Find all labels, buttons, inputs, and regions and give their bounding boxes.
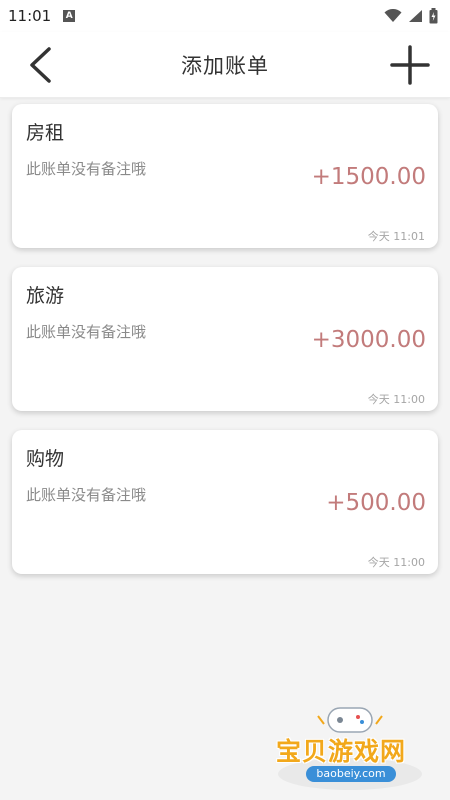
signal-icon bbox=[409, 10, 422, 22]
bill-time: 今天 11:00 bbox=[367, 556, 425, 569]
page-title: 添加账单 bbox=[181, 53, 269, 78]
bill-card[interactable]: 旅游 此账单没有备注哦 +3000.00 今天 11:00 bbox=[12, 267, 438, 411]
wifi-icon bbox=[384, 9, 402, 22]
chevron-left-icon bbox=[30, 47, 51, 83]
notification-a-icon: A bbox=[63, 10, 76, 22]
status-time: 11:01 bbox=[8, 7, 52, 25]
battery-icon bbox=[429, 8, 438, 24]
watermark-logo: 宝贝游戏网 baobeiy.com bbox=[270, 702, 430, 794]
watermark-text: 宝贝游戏网 bbox=[276, 737, 407, 766]
bill-title: 旅游 bbox=[26, 285, 65, 307]
bill-note: 此账单没有备注哦 bbox=[26, 160, 147, 178]
status-bar: 11:01 A bbox=[0, 0, 450, 32]
bill-note: 此账单没有备注哦 bbox=[26, 486, 147, 504]
plus-icon bbox=[390, 45, 430, 85]
bill-time: 今天 11:01 bbox=[367, 230, 425, 243]
bill-amount: +3000.00 bbox=[311, 327, 426, 353]
bill-title: 购物 bbox=[26, 448, 65, 470]
bill-note: 此账单没有备注哦 bbox=[26, 323, 147, 341]
add-bill-button[interactable] bbox=[390, 45, 430, 85]
back-button[interactable] bbox=[22, 45, 62, 85]
status-icons bbox=[384, 8, 438, 24]
bill-amount: +500.00 bbox=[326, 490, 426, 516]
app-bar: 添加账单 bbox=[0, 32, 450, 98]
bill-title: 房租 bbox=[26, 122, 65, 144]
bill-time: 今天 11:00 bbox=[367, 393, 425, 406]
watermark-url: baobeiy.com bbox=[306, 766, 396, 782]
bill-amount: +1500.00 bbox=[311, 164, 426, 190]
bill-card[interactable]: 购物 此账单没有备注哦 +500.00 今天 11:00 bbox=[12, 430, 438, 574]
bill-card[interactable]: 房租 此账单没有备注哦 +1500.00 今天 11:01 bbox=[12, 104, 438, 248]
